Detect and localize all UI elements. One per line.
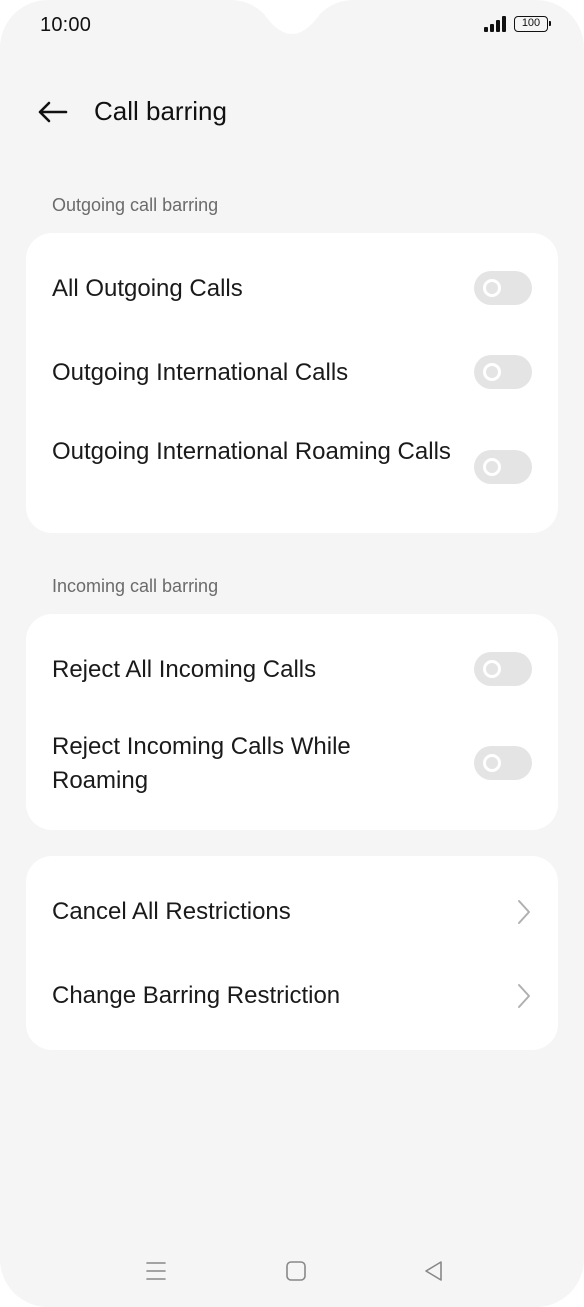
- back-button[interactable]: [30, 92, 74, 132]
- toggle-reject-all-incoming-calls[interactable]: [474, 652, 532, 686]
- toggle-knob: [483, 754, 501, 772]
- menu-icon: [146, 1262, 166, 1280]
- toggle-knob: [483, 660, 501, 678]
- status-time: 10:00: [40, 14, 92, 36]
- signal-icon: [484, 16, 506, 32]
- navigation-bar: [0, 1227, 584, 1307]
- arrow-left-icon: [38, 101, 68, 123]
- toggle-knob: [483, 279, 501, 297]
- chevron-right-icon: [518, 900, 530, 924]
- status-bar: 10:00 100: [0, 0, 584, 52]
- card-outgoing: All Outgoing Calls Outgoing Internationa…: [26, 233, 558, 533]
- toggle-knob: [483, 458, 501, 476]
- home-icon: [286, 1261, 306, 1281]
- page-title: Call barring: [94, 96, 227, 126]
- section-label-incoming: Incoming call barring: [52, 576, 219, 596]
- chevron-right-icon: [518, 984, 530, 1008]
- menu-button[interactable]: [136, 1251, 176, 1291]
- row-label: Reject All Incoming Calls: [52, 656, 317, 683]
- toggle-outgoing-international-roaming-calls[interactable]: [474, 450, 532, 484]
- card-actions: Cancel All Restrictions Change Barring R…: [26, 856, 558, 1050]
- row-label: Outgoing International Calls: [52, 359, 349, 386]
- app-header: Call barring: [0, 82, 584, 142]
- battery-level: 100: [521, 17, 541, 29]
- toggle-all-outgoing-calls[interactable]: [474, 271, 532, 305]
- toggle-outgoing-international-calls[interactable]: [474, 355, 532, 389]
- row-label: Change Barring Restriction: [52, 982, 341, 1009]
- card-incoming: Reject All Incoming Calls Reject Incomin…: [26, 614, 558, 830]
- status-icons: 100: [484, 16, 551, 32]
- row-label: All Outgoing Calls: [52, 275, 243, 302]
- row-outgoing-international-calls[interactable]: Outgoing International Calls: [26, 345, 558, 425]
- row-outgoing-international-roaming-calls[interactable]: Outgoing International Roaming Calls: [26, 425, 558, 533]
- home-button[interactable]: [276, 1251, 316, 1291]
- row-change-barring-restriction[interactable]: Change Barring Restriction: [26, 968, 558, 1050]
- row-label: Reject Incoming Calls While Roaming: [52, 733, 351, 794]
- toggle-knob: [483, 363, 501, 381]
- section-label-outgoing: Outgoing call barring: [52, 195, 219, 215]
- row-cancel-all-restrictions[interactable]: Cancel All Restrictions: [26, 856, 558, 968]
- row-all-outgoing-calls[interactable]: All Outgoing Calls: [26, 233, 558, 345]
- row-label: Outgoing International Roaming Calls: [52, 438, 451, 465]
- battery-icon: 100: [514, 16, 551, 32]
- phone-screen: 10:00 100 Call barring Outgoing call bar…: [0, 0, 584, 1307]
- back-triangle-icon: [425, 1261, 442, 1281]
- toggle-reject-incoming-while-roaming[interactable]: [474, 746, 532, 780]
- row-reject-incoming-while-roaming[interactable]: Reject Incoming Calls While Roaming: [26, 724, 558, 830]
- row-reject-all-incoming-calls[interactable]: Reject All Incoming Calls: [26, 614, 558, 724]
- back-nav-button[interactable]: [414, 1251, 454, 1291]
- row-label: Cancel All Restrictions: [52, 898, 291, 925]
